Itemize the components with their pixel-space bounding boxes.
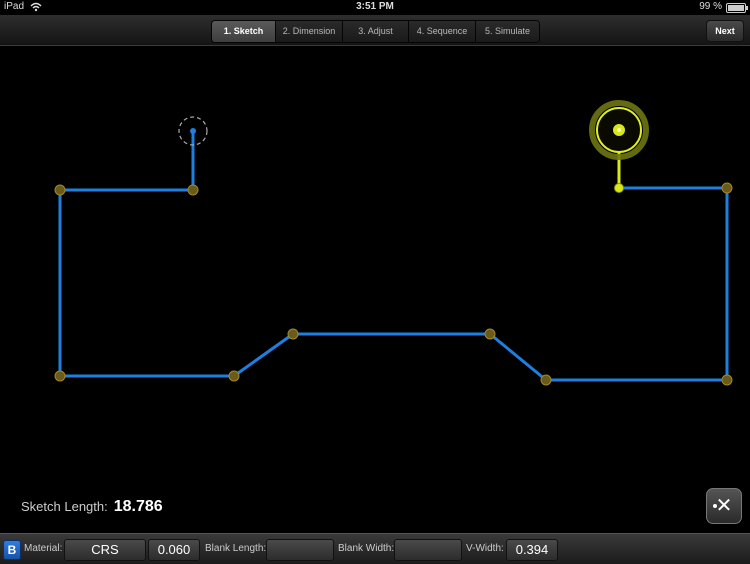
sketch-canvas[interactable] [0,46,750,532]
battery-percent: 99 % [699,1,722,12]
vertex[interactable] [228,370,240,382]
bottom-toolbar: B Material: CRS 0.060 Blank Length: Blan… [0,533,750,564]
active-endpoint[interactable] [589,100,649,160]
vertex[interactable] [54,184,66,196]
start-point[interactable] [190,128,196,134]
tab-simulate[interactable]: 5. Simulate [476,21,539,42]
material-label: Material: [24,543,63,554]
sketch-length-readout: Sketch Length: 18.786 [21,498,163,516]
v-width-label: V-Width: [466,543,504,554]
sketch-length-value: 18.786 [113,498,163,515]
sketch-drawing[interactable] [0,46,750,532]
blank-width-label: Blank Width: [338,543,395,554]
vertex[interactable] [54,370,66,382]
step-tabs: 1. Sketch 2. Dimension 3. Adjust 4. Sequ… [211,20,540,43]
vertex[interactable] [287,328,299,340]
vertex-active[interactable] [614,183,624,193]
vertex[interactable] [721,182,733,194]
b-button[interactable]: B [3,540,21,560]
vertex[interactable] [540,374,552,386]
thickness-field[interactable]: 0.060 [148,539,200,561]
sketch-length-label: Sketch Length: [21,499,108,514]
status-bar: iPad 3:51 PM 99 % [0,0,750,14]
sketch-vertices [54,182,733,386]
toolbar: 1. Sketch 2. Dimension 3. Adjust 4. Sequ… [0,15,750,46]
trim-tool-icon: ✕ [715,495,733,517]
tab-adjust[interactable]: 3. Adjust [343,21,409,42]
tab-dimension[interactable]: 2. Dimension [276,21,343,42]
blank-width-field[interactable] [394,539,462,561]
sketch-profile[interactable] [58,131,729,382]
tab-sequence[interactable]: 4. Sequence [409,21,476,42]
blank-length-field[interactable] [266,539,334,561]
vertex[interactable] [721,374,733,386]
blank-length-label: Blank Length: [205,543,267,554]
material-field[interactable]: CRS [64,539,146,561]
tab-sketch[interactable]: 1. Sketch [212,21,276,42]
battery-icon [726,3,748,13]
v-width-field[interactable]: 0.394 [506,539,558,561]
vertex[interactable] [484,328,496,340]
trim-tool-button[interactable]: ✕ [706,488,742,524]
status-time: 3:51 PM [356,1,394,12]
next-button[interactable]: Next [706,20,744,42]
vertex[interactable] [187,184,199,196]
